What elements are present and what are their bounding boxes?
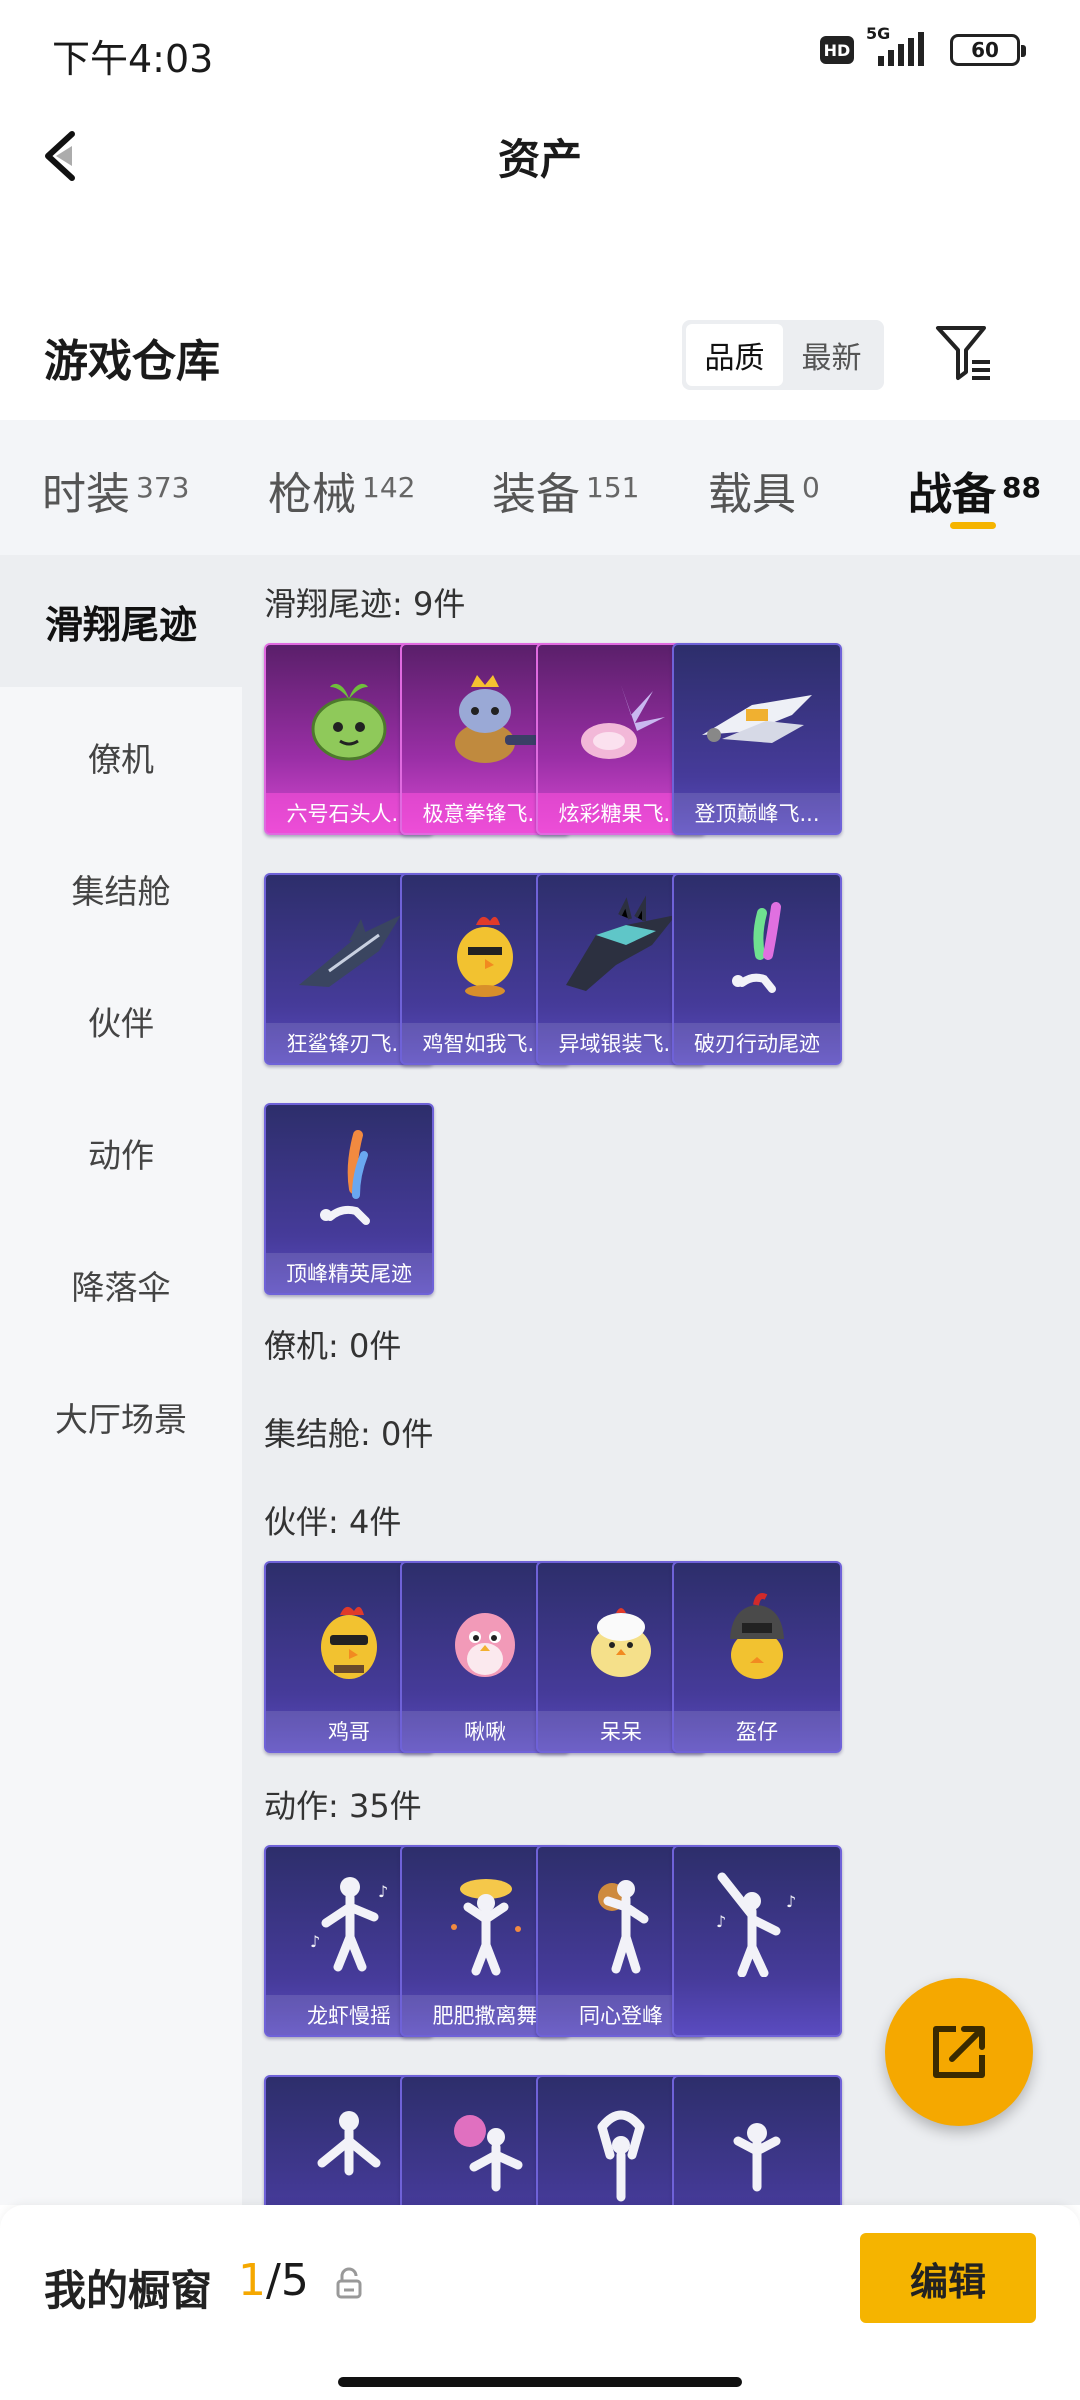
svg-text:♪: ♪ (378, 1882, 388, 1901)
item-name: 登顶巅峰飞... (674, 793, 840, 833)
section-title-glide: 滑翔尾迹: 9件 (264, 585, 466, 623)
section-title-pod: 集结舱: 0件 (264, 1415, 434, 1453)
header: 资产 (0, 100, 1080, 210)
tab-count: 0 (802, 471, 820, 504)
content-area: 滑翔尾迹: 9件 六号石头人... 极意拳锋飞... 炫彩糖果飞... 登顶巅峰… (242, 555, 1080, 2205)
tab-count: 88 (1002, 471, 1041, 504)
section-title-partner: 伙伴: 4件 (264, 1503, 402, 1541)
item-name: 破刃行动尾迹 (674, 1023, 840, 1063)
tab-battle-prep[interactable]: 战备 88 (908, 458, 1041, 522)
lock-icon (336, 2267, 362, 2299)
dancer-icon (674, 2077, 840, 2205)
status-indicators: HD 5G 60 (820, 24, 1026, 70)
home-indicator[interactable] (338, 2377, 742, 2387)
item-card[interactable]: 顶峰精英尾迹 (264, 1103, 434, 1295)
item-card[interactable]: 破刃行动尾迹 (672, 873, 842, 1065)
svg-text:♪: ♪ (716, 1912, 726, 1931)
tab-equipment[interactable]: 装备 151 (492, 458, 639, 522)
tab-label: 载具 (708, 469, 796, 520)
side-nav: 滑翔尾迹 僚机 集结舱 伙伴 动作 降落伞 大厅场景 (0, 555, 242, 2205)
status-bar: 下午4:03 HD 5G 60 (0, 0, 1080, 100)
tab-label: 装备 (492, 469, 580, 520)
side-item-partner[interactable]: 伙伴 (0, 997, 242, 1045)
showcase-count: 1/5 (238, 2255, 309, 2306)
side-item-glide-trail[interactable]: 滑翔尾迹 (0, 555, 242, 687)
side-item-wingman[interactable]: 僚机 (0, 733, 242, 781)
item-name: 盔仔 (674, 1711, 840, 1751)
showcase-label: 我的橱窗 (44, 2266, 213, 2315)
edit-button[interactable]: 编辑 (860, 2233, 1036, 2323)
svg-text:♪: ♪ (786, 1892, 796, 1911)
side-item-rally-pod[interactable]: 集结舱 (0, 865, 242, 913)
status-time: 下午4:03 (52, 37, 214, 81)
item-card[interactable]: 盔仔 (672, 1561, 842, 1753)
warehouse-title: 游戏仓库 (44, 336, 220, 387)
sort-toggle: 品质 最新 (682, 320, 884, 390)
signal-icon: 5G (866, 24, 938, 70)
page-title: 资产 (497, 135, 582, 184)
section-title-wingman: 僚机: 0件 (264, 1327, 402, 1365)
tab-guns[interactable]: 枪械 142 (268, 458, 415, 522)
category-tabs: 时装 373 枪械 142 装备 151 载具 0 战备 88 (0, 420, 1080, 555)
sort-newest-option[interactable]: 最新 (783, 324, 880, 386)
tab-count: 142 (362, 471, 416, 504)
tab-label: 枪械 (268, 469, 356, 520)
item-card[interactable]: 登顶巅峰飞... (672, 643, 842, 835)
tab-label: 时装 (42, 469, 130, 520)
tab-vehicles[interactable]: 载具 0 (708, 458, 820, 522)
side-item-lobby-scene[interactable]: 大厅场景 (0, 1393, 242, 1441)
section-title-emote: 动作: 35件 (264, 1787, 422, 1825)
tab-count: 373 (136, 471, 190, 504)
item-card[interactable] (672, 2075, 842, 2205)
tab-fashion[interactable]: 时装 373 (42, 458, 189, 522)
share-button[interactable] (885, 1978, 1033, 2126)
smoke-trail-icon (674, 875, 840, 1025)
sort-quality-option[interactable]: 品质 (686, 324, 783, 386)
pointing-dancer-icon: ♪ ♪ (674, 1847, 840, 1997)
showcase-total: /5 (266, 2255, 309, 2306)
tab-count: 151 (586, 471, 640, 504)
item-card[interactable]: ♪ ♪ (672, 1845, 842, 2037)
tab-label: 战备 (908, 469, 996, 520)
item-name: 顶峰精英尾迹 (266, 1253, 432, 1293)
battery-icon: 60 (950, 34, 1026, 66)
share-icon (933, 2026, 985, 2078)
jet-icon (674, 645, 840, 795)
hd-icon: HD (820, 36, 854, 64)
showcase-current: 1 (238, 2255, 266, 2306)
active-tab-indicator (950, 522, 996, 529)
bottom-bar: 我的橱窗 1/5 编辑 (0, 2205, 1080, 2400)
filter-icon[interactable] (934, 322, 994, 382)
helmet-chick-icon (674, 1563, 840, 1713)
side-item-parachute[interactable]: 降落伞 (0, 1261, 242, 1309)
side-item-emote[interactable]: 动作 (0, 1129, 242, 1177)
svg-text:♪: ♪ (310, 1932, 320, 1951)
elite-trail-icon (266, 1105, 432, 1255)
